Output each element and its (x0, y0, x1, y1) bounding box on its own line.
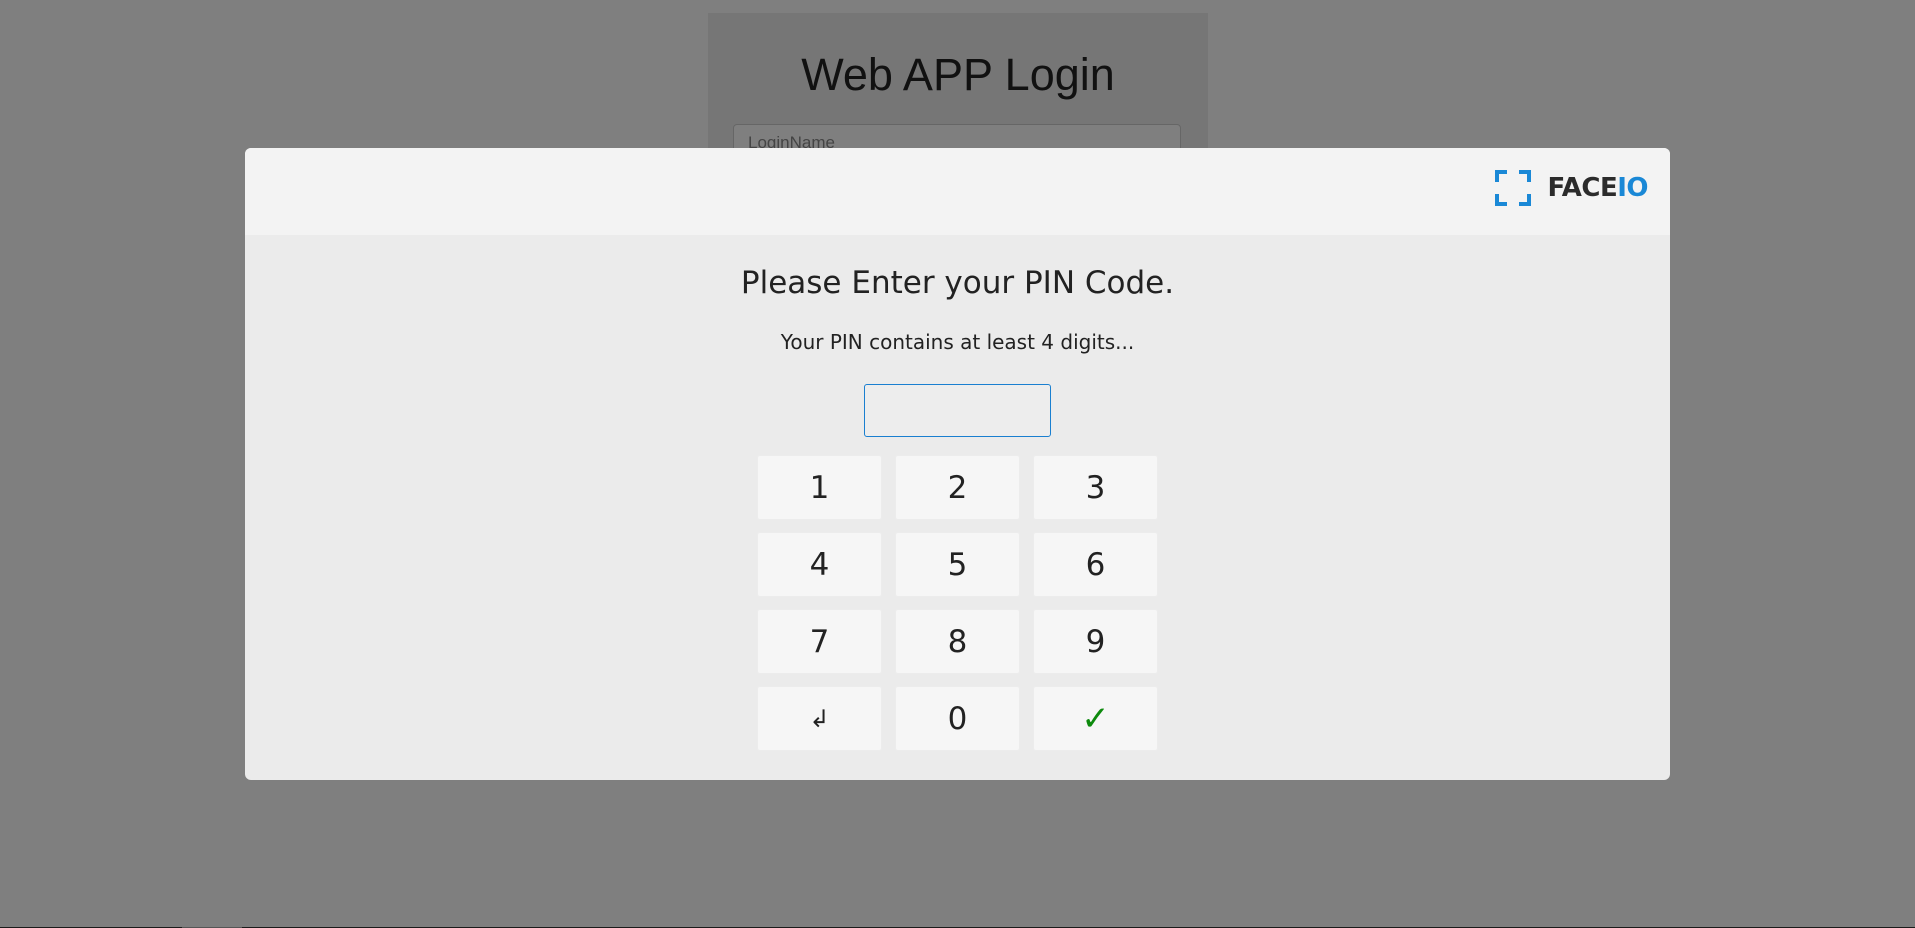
key-4-button[interactable]: 4 (757, 532, 882, 597)
faceio-logo: FACEIO (1495, 170, 1648, 206)
key-5-button[interactable]: 5 (895, 532, 1020, 597)
key-7-button[interactable]: 7 (757, 609, 882, 674)
backspace-button[interactable]: ↲ (757, 686, 882, 751)
key-1-button[interactable]: 1 (757, 455, 882, 520)
key-0-button[interactable]: 0 (895, 686, 1020, 751)
pin-input[interactable] (864, 384, 1051, 437)
modal-header: FACEIO (245, 148, 1670, 235)
logo-io-text: IO (1617, 173, 1648, 203)
confirm-button[interactable]: ✓ (1033, 686, 1158, 751)
pin-keypad: 1 2 3 4 5 6 7 8 9 ↲ 0 ✓ (757, 455, 1159, 751)
key-6-button[interactable]: 6 (1033, 532, 1158, 597)
pin-heading: Please Enter your PIN Code. (740, 265, 1175, 301)
face-frame-icon (1495, 170, 1532, 206)
key-8-button[interactable]: 8 (895, 609, 1020, 674)
key-3-button[interactable]: 3 (1033, 455, 1158, 520)
pin-modal: FACEIO Please Enter your PIN Code. Your … (245, 148, 1670, 780)
pin-subtitle: Your PIN contains at least 4 digits... (780, 330, 1135, 354)
logo-face-text: FACE (1547, 173, 1618, 203)
key-9-button[interactable]: 9 (1033, 609, 1158, 674)
logo-wordmark: FACEIO (1547, 173, 1648, 203)
key-2-button[interactable]: 2 (895, 455, 1020, 520)
